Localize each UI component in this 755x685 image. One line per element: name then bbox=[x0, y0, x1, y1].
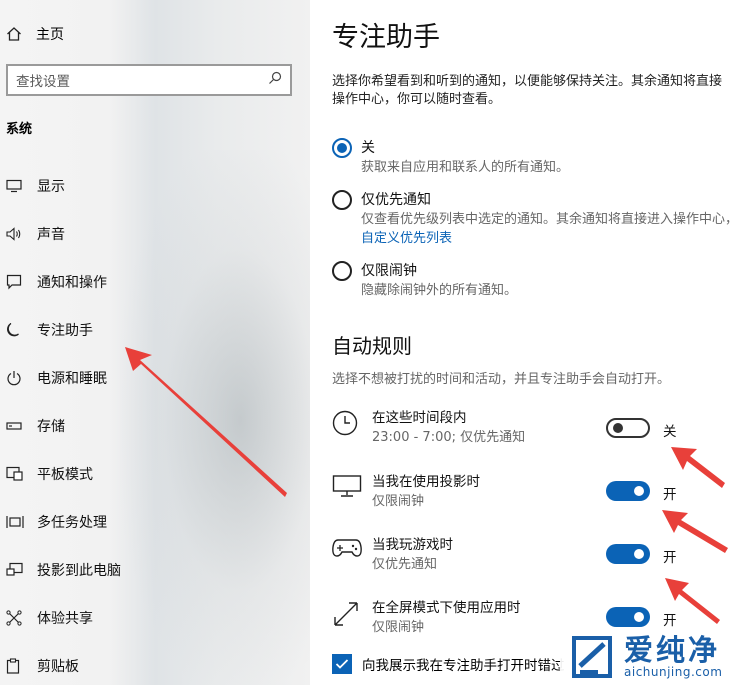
sidebar-item-label: 平板模式 bbox=[37, 467, 93, 483]
sidebar-item-label: 投影到此电脑 bbox=[37, 563, 121, 579]
toggle-state-label: 开 bbox=[663, 487, 677, 503]
rule-projecting[interactable]: 当我在使用投影时 仅限闹钟 bbox=[332, 472, 755, 512]
home-icon bbox=[6, 26, 26, 42]
radio-label: 仅优先通知 bbox=[361, 192, 431, 208]
auto-rules-description: 选择不想被打扰的时间和活动，并且专注助手会自动打开。 bbox=[332, 372, 671, 387]
radio-button[interactable] bbox=[332, 261, 352, 281]
checkbox-label: 向我展示我在专注助手打开时错过 bbox=[362, 658, 565, 674]
sidebar-item-project[interactable]: 投影到此电脑 bbox=[6, 558, 121, 582]
rule-subtitle: 23:00 - 7:00; 仅优先通知 bbox=[372, 430, 526, 445]
power-icon bbox=[6, 370, 26, 386]
summary-checkbox-row[interactable]: 向我展示我在专注助手打开时错过 bbox=[332, 654, 565, 674]
sidebar-item-storage[interactable]: 存储 bbox=[6, 414, 65, 438]
toggle-state-label: 关 bbox=[663, 424, 677, 440]
moon-icon bbox=[6, 322, 26, 338]
radio-off[interactable]: 关 获取来自应用和联系人的所有通知。 bbox=[332, 138, 569, 177]
toggle-state-label: 开 bbox=[663, 613, 677, 629]
sidebar-item-label: 存储 bbox=[37, 419, 65, 435]
fullscreen-icon bbox=[332, 598, 366, 628]
sidebar-item-label: 显示 bbox=[37, 179, 65, 195]
radio-description: 隐藏除闹钟外的所有通知。 bbox=[361, 283, 518, 298]
rule-time-period-toggle[interactable] bbox=[606, 418, 650, 438]
watermark: 爱纯净 aichunjing.com bbox=[560, 628, 755, 685]
summary-checkbox[interactable] bbox=[332, 654, 352, 674]
radio-button-selected[interactable] bbox=[332, 138, 352, 158]
radio-label: 关 bbox=[361, 140, 375, 156]
rule-title: 当我在使用投影时 bbox=[372, 474, 480, 490]
storage-icon bbox=[6, 421, 26, 431]
sidebar-item-power[interactable]: 电源和睡眠 bbox=[6, 366, 107, 390]
radio-button[interactable] bbox=[332, 190, 352, 210]
rule-projecting-toggle[interactable] bbox=[606, 481, 650, 501]
monitor-icon bbox=[6, 179, 26, 193]
description-line: 选择你希望看到和听到的通知，以便能够保持关注。其余通知将直接 bbox=[332, 74, 723, 89]
radio-description: 获取来自应用和联系人的所有通知。 bbox=[361, 160, 570, 175]
watermark-url: aichunjing.com bbox=[624, 664, 723, 679]
search-icon[interactable] bbox=[268, 71, 282, 89]
rule-fullscreen-toggle[interactable] bbox=[606, 607, 650, 627]
rule-subtitle: 仅限闹钟 bbox=[372, 494, 425, 509]
home-label: 主页 bbox=[36, 27, 64, 43]
sidebar-item-multitasking[interactable]: 多任务处理 bbox=[6, 510, 107, 534]
section-title: 系统 bbox=[6, 122, 33, 137]
sidebar-item-label: 声音 bbox=[37, 227, 65, 243]
sidebar-item-tablet[interactable]: 平板模式 bbox=[6, 462, 93, 486]
description-line: 操作中心，你可以随时查看。 bbox=[332, 92, 502, 107]
sidebar-item-focus-assist[interactable]: 专注助手 bbox=[6, 318, 93, 342]
share-icon bbox=[6, 610, 26, 626]
main-panel: 专注助手 选择你希望看到和听到的通知，以便能够保持关注。其余通知将直接 操作中心… bbox=[310, 0, 755, 685]
home-link[interactable]: 主页 bbox=[6, 22, 64, 46]
rule-time-period[interactable]: 在这些时间段内 23:00 - 7:00; 仅优先通知 bbox=[332, 408, 755, 448]
radio-description: 仅查看优先级列表中选定的通知。其余通知将直接进入操作中心， bbox=[361, 212, 739, 227]
radio-label: 仅限闹钟 bbox=[361, 263, 417, 279]
multitask-icon bbox=[6, 515, 26, 529]
sidebar: 主页 查找设置 系统 显示 声音 通知和操作 专注助手 电源和睡眠 存储 平板模… bbox=[0, 0, 310, 685]
sidebar-item-label: 电源和睡眠 bbox=[37, 371, 107, 387]
rule-gaming[interactable]: 当我玩游戏时 仅优先通知 bbox=[332, 535, 755, 575]
gamepad-icon bbox=[332, 535, 366, 559]
rule-title: 在这些时间段内 bbox=[372, 410, 467, 426]
sidebar-item-label: 体验共享 bbox=[37, 611, 93, 627]
clipboard-icon bbox=[6, 658, 26, 674]
background-blur bbox=[120, 150, 310, 685]
speaker-icon bbox=[6, 227, 26, 241]
rule-gaming-toggle[interactable] bbox=[606, 544, 650, 564]
watermark-logo bbox=[572, 635, 612, 678]
search-placeholder: 查找设置 bbox=[16, 74, 70, 90]
watermark-text: 爱纯净 bbox=[624, 632, 721, 667]
radio-priority-only[interactable]: 仅优先通知 仅查看优先级列表中选定的通知。其余通知将直接进入操作中心， 自定义优… bbox=[332, 190, 738, 248]
sidebar-item-label: 通知和操作 bbox=[37, 275, 107, 291]
page-title: 专注助手 bbox=[332, 22, 440, 53]
sidebar-item-label: 剪贴板 bbox=[37, 659, 79, 675]
notification-icon bbox=[6, 274, 26, 290]
customize-priority-list-link[interactable]: 自定义优先列表 bbox=[361, 229, 738, 248]
sidebar-item-display[interactable]: 显示 bbox=[6, 174, 65, 198]
sidebar-item-label: 专注助手 bbox=[37, 323, 93, 339]
search-input[interactable]: 查找设置 bbox=[6, 64, 292, 96]
display-icon bbox=[332, 472, 366, 498]
auto-rules-title: 自动规则 bbox=[332, 334, 412, 358]
sidebar-item-shared-experiences[interactable]: 体验共享 bbox=[6, 606, 93, 630]
sidebar-item-sound[interactable]: 声音 bbox=[6, 222, 65, 246]
sidebar-item-label: 多任务处理 bbox=[37, 515, 107, 531]
rule-title: 当我玩游戏时 bbox=[372, 537, 453, 553]
clock-icon bbox=[332, 408, 366, 436]
project-icon bbox=[6, 562, 26, 578]
rule-subtitle: 仅优先通知 bbox=[372, 557, 438, 572]
page-description: 选择你希望看到和听到的通知，以便能够保持关注。其余通知将直接 操作中心，你可以随… bbox=[332, 73, 755, 109]
tablet-icon bbox=[6, 466, 26, 482]
sidebar-item-notifications[interactable]: 通知和操作 bbox=[6, 270, 107, 294]
rule-title: 在全屏模式下使用应用时 bbox=[372, 600, 521, 616]
radio-alarms-only[interactable]: 仅限闹钟 隐藏除闹钟外的所有通知。 bbox=[332, 261, 517, 300]
toggle-state-label: 开 bbox=[663, 550, 677, 566]
sidebar-item-clipboard[interactable]: 剪贴板 bbox=[6, 654, 79, 678]
